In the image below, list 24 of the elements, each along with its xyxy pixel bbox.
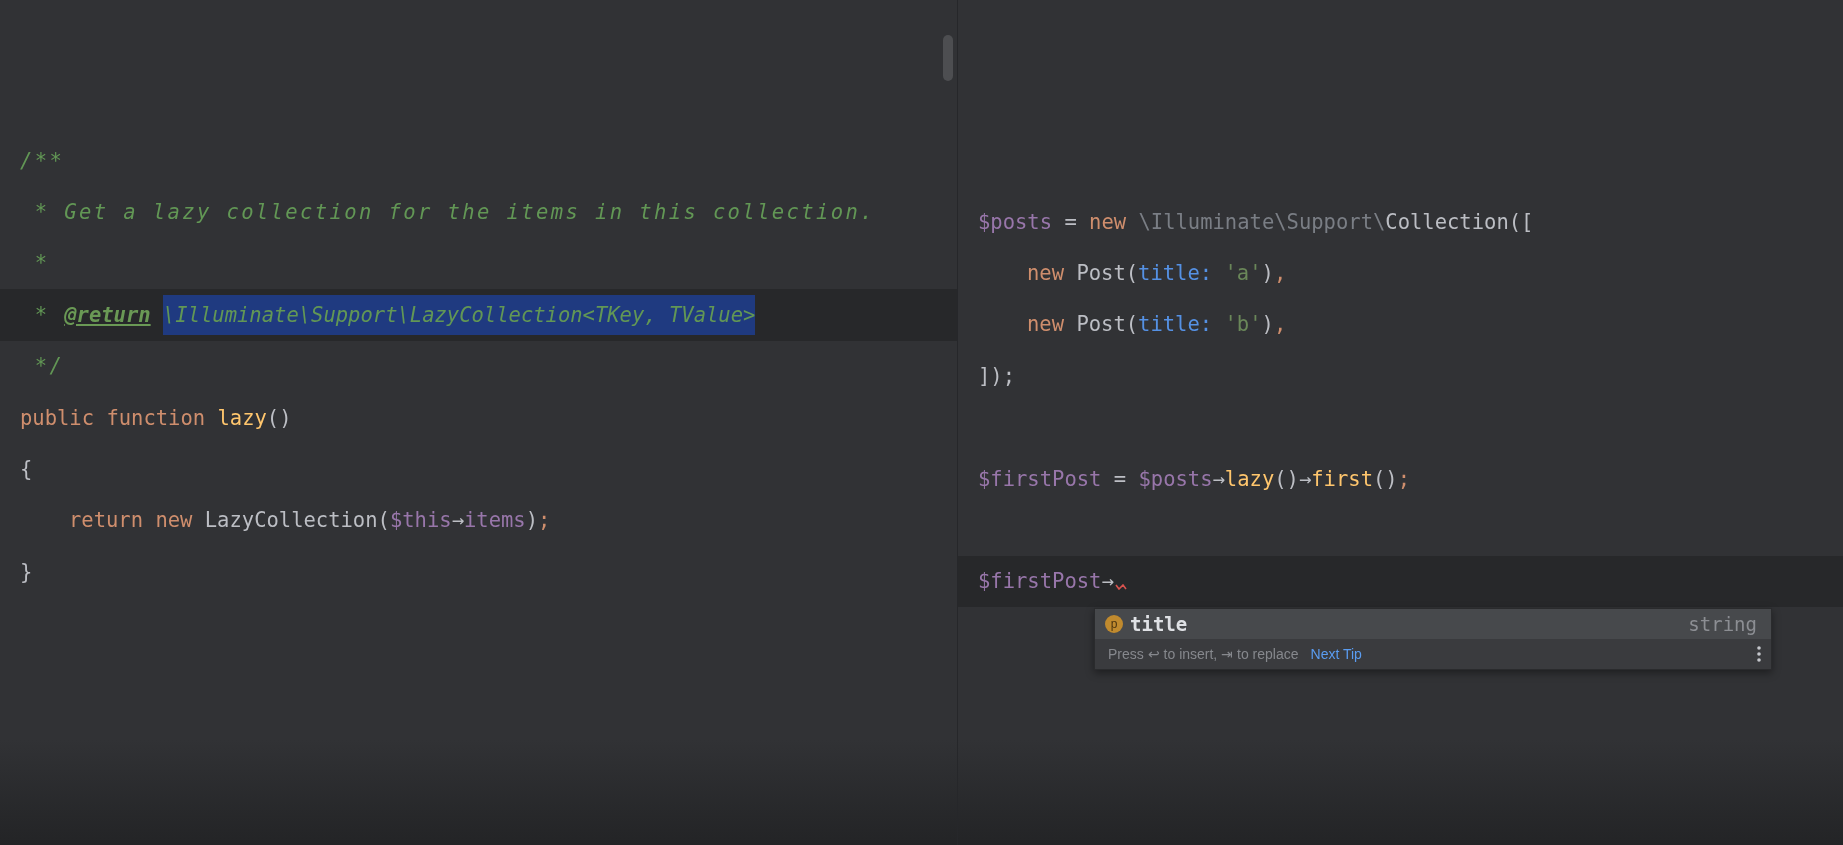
hint-text: Press ↩ to insert, ⇥ to replace bbox=[1108, 646, 1299, 662]
code-line: /** bbox=[20, 148, 65, 173]
code-line: new Post(title: 'a'), bbox=[1027, 261, 1287, 286]
code-line: * @return \Illuminate\Support\LazyCollection<TKey, TValue> bbox=[20, 294, 756, 335]
code-line: } bbox=[20, 559, 33, 584]
completion-label: title bbox=[1130, 613, 1188, 635]
code-line: $posts = new \Illuminate\Support\Collection([ bbox=[978, 209, 1534, 234]
next-tip-link[interactable]: Next Tip bbox=[1310, 646, 1362, 662]
scrollbar-thumb[interactable] bbox=[943, 35, 953, 81]
code-line: $firstPost→ bbox=[978, 569, 1114, 594]
more-icon[interactable] bbox=[1757, 646, 1761, 662]
code-line: * Get a lazy collection for the items in this collection. bbox=[33, 200, 876, 225]
code-line: public function lazy() bbox=[20, 405, 292, 430]
code-line: * bbox=[33, 251, 50, 276]
completion-item[interactable]: p title string bbox=[1095, 609, 1771, 639]
selection-highlight: \Illuminate\Support\LazyCollection<TKey, TValue> bbox=[162, 294, 756, 335]
code-line: ]); bbox=[978, 363, 1016, 388]
code-line: return new LazyCollection($this→items); bbox=[69, 508, 551, 533]
code-line: { bbox=[20, 457, 33, 482]
code-line: */ bbox=[33, 354, 65, 379]
type-label: string bbox=[1688, 613, 1757, 635]
code-line: $firstPost = $posts→lazy()→first(); bbox=[978, 466, 1410, 491]
property-badge: p bbox=[1105, 615, 1123, 633]
code-line: new Post(title: 'b'), bbox=[1027, 312, 1287, 337]
